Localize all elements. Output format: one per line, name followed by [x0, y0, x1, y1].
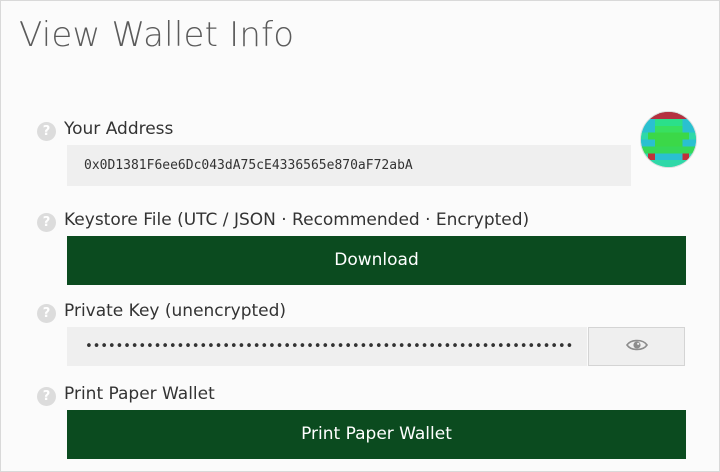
page-title: View Wallet Info: [19, 15, 295, 55]
print-paper-wallet-button[interactable]: Print Paper Wallet: [67, 410, 686, 459]
help-icon[interactable]: ?: [37, 213, 56, 232]
help-icon[interactable]: ?: [37, 122, 56, 141]
address-field[interactable]: 0x0D1381F6ee6Dc043dA75cE4336565e870aF72a…: [67, 145, 631, 186]
help-icon[interactable]: ?: [37, 387, 56, 406]
download-button[interactable]: Download: [67, 236, 686, 285]
private-key-field[interactable]: ••••••••••••••••••••••••••••••••••••••••…: [67, 327, 587, 366]
keystore-label: Keystore File (UTC / JSON · Recommended …: [64, 210, 530, 230]
paper-wallet-label: Print Paper Wallet: [64, 384, 215, 404]
identicon-icon: [640, 111, 697, 168]
show-private-key-button[interactable]: [588, 327, 685, 366]
eye-icon: [625, 337, 648, 356]
wallet-info-panel: View Wallet Info ? Your Address 0x0D1381…: [0, 0, 720, 472]
help-icon[interactable]: ?: [37, 304, 56, 323]
private-key-label: Private Key (unencrypted): [64, 301, 287, 321]
address-label: Your Address: [64, 119, 174, 139]
